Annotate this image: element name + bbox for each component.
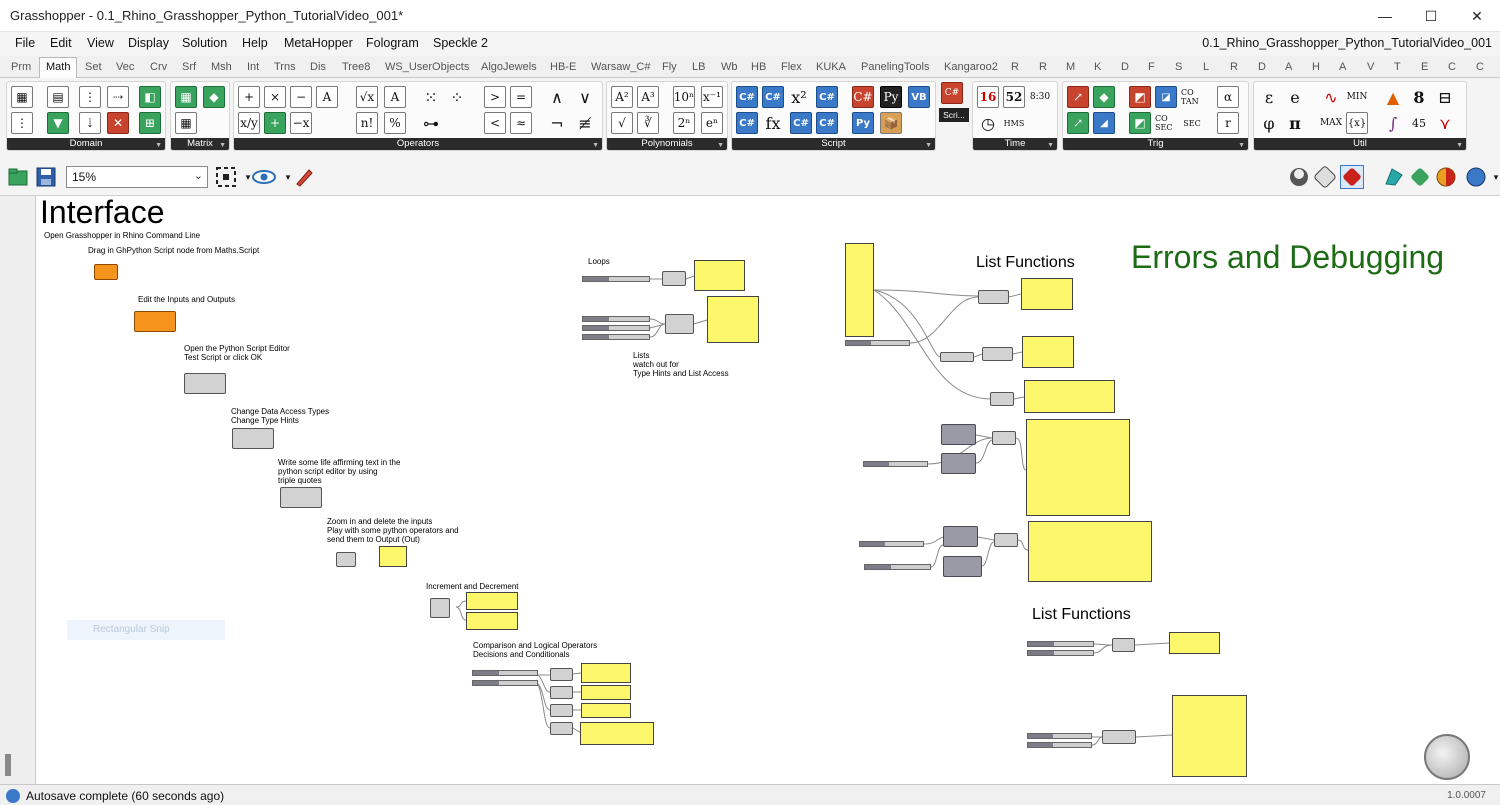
number-slider[interactable]	[863, 461, 928, 467]
errors-debugging-heading: Errors and Debugging	[1131, 239, 1445, 275]
number-slider[interactable]	[472, 670, 538, 676]
canvas-note: Loops	[588, 257, 610, 266]
python-script-node[interactable]	[1102, 730, 1136, 744]
canvas-note: Open the Python Script Editor Test Scrip…	[184, 344, 290, 362]
number-slider[interactable]	[582, 316, 650, 322]
canvas-note: Write some life affirming text in the py…	[278, 458, 401, 485]
wire-layer	[455, 275, 1173, 746]
value-list-node[interactable]	[943, 556, 982, 577]
output-panel[interactable]	[1022, 336, 1074, 368]
output-panel[interactable]	[466, 592, 518, 610]
value-list-node[interactable]	[943, 526, 978, 547]
canvas-note: Lists watch out for Type Hints and List …	[633, 351, 729, 378]
list-functions-heading: List Functions	[1032, 606, 1131, 623]
number-slider[interactable]	[859, 541, 924, 547]
python-script-node[interactable]	[662, 271, 686, 286]
python-script-node[interactable]	[550, 722, 573, 735]
canvas-note: Drag in GhPython Script node from Maths.…	[88, 246, 260, 255]
interface-heading: Interface	[40, 194, 165, 230]
output-panel[interactable]	[1021, 278, 1073, 310]
output-panel[interactable]	[707, 296, 759, 343]
output-panel[interactable]	[581, 703, 631, 718]
python-script-node[interactable]	[134, 311, 176, 332]
python-script-node[interactable]	[280, 487, 322, 508]
output-panel[interactable]	[1172, 695, 1247, 777]
version-label: 1.0.0007	[1447, 790, 1486, 801]
number-slider[interactable]	[845, 340, 910, 346]
canvas-note: Open Grasshopper in Rhino Command Line	[44, 231, 201, 240]
output-panel[interactable]	[581, 685, 631, 700]
python-script-node[interactable]	[990, 392, 1014, 406]
output-panel[interactable]	[581, 663, 631, 683]
number-slider[interactable]	[582, 325, 650, 331]
python-script-node[interactable]	[430, 598, 450, 618]
status-bar: Autosave complete (60 seconds ago) 1.0.0…	[0, 784, 1500, 805]
number-slider[interactable]	[864, 564, 931, 570]
number-slider[interactable]	[1027, 742, 1092, 748]
python-script-node[interactable]	[336, 552, 356, 567]
python-script-node[interactable]	[978, 290, 1009, 304]
python-script-node[interactable]	[184, 373, 226, 394]
number-slider[interactable]	[1027, 641, 1094, 647]
number-slider[interactable]	[582, 276, 650, 282]
canvas-note: Comparison and Logical Operators Decisio…	[473, 641, 598, 659]
number-slider[interactable]	[1027, 650, 1094, 656]
status-text: Autosave complete (60 seconds ago)	[26, 789, 225, 803]
python-script-node[interactable]	[665, 314, 694, 334]
value-list-node[interactable]	[941, 453, 976, 474]
python-script-node[interactable]	[1112, 638, 1135, 652]
python-script-node[interactable]	[940, 352, 974, 362]
rectangular-snip-overlay: Rectangular Snip	[67, 620, 225, 640]
number-slider[interactable]	[472, 680, 538, 686]
python-script-node[interactable]	[550, 704, 573, 717]
canvas-note: Increment and Decrement	[426, 582, 519, 591]
output-panel[interactable]	[694, 260, 745, 291]
python-script-node[interactable]	[94, 264, 118, 280]
python-script-node[interactable]	[982, 347, 1013, 361]
output-panel[interactable]	[1024, 380, 1115, 413]
python-script-node[interactable]	[550, 668, 573, 681]
python-script-node[interactable]	[232, 428, 274, 449]
output-panel[interactable]	[580, 722, 654, 745]
canvas-note: Edit the Inputs and Outputs	[138, 295, 235, 304]
number-slider[interactable]	[1027, 733, 1092, 739]
output-panel[interactable]	[379, 546, 407, 567]
python-script-node[interactable]	[994, 533, 1018, 547]
output-panel[interactable]	[1169, 632, 1220, 654]
canvas-note: Change Data Access Types Change Type Hin…	[231, 407, 330, 425]
python-script-node[interactable]	[550, 686, 573, 699]
number-slider[interactable]	[582, 334, 650, 340]
python-script-node[interactable]	[992, 431, 1016, 445]
canvas-note: Zoom in and delete the inputs Play with …	[327, 517, 459, 544]
output-panel[interactable]	[1026, 419, 1130, 516]
output-panel[interactable]	[466, 612, 518, 630]
navigation-compass-icon[interactable]	[1424, 734, 1470, 780]
value-list-node[interactable]	[941, 424, 976, 445]
output-panel[interactable]	[1028, 521, 1152, 582]
output-panel[interactable]	[845, 243, 874, 337]
list-functions-heading: List Functions	[976, 254, 1075, 271]
status-info-icon	[6, 789, 20, 803]
